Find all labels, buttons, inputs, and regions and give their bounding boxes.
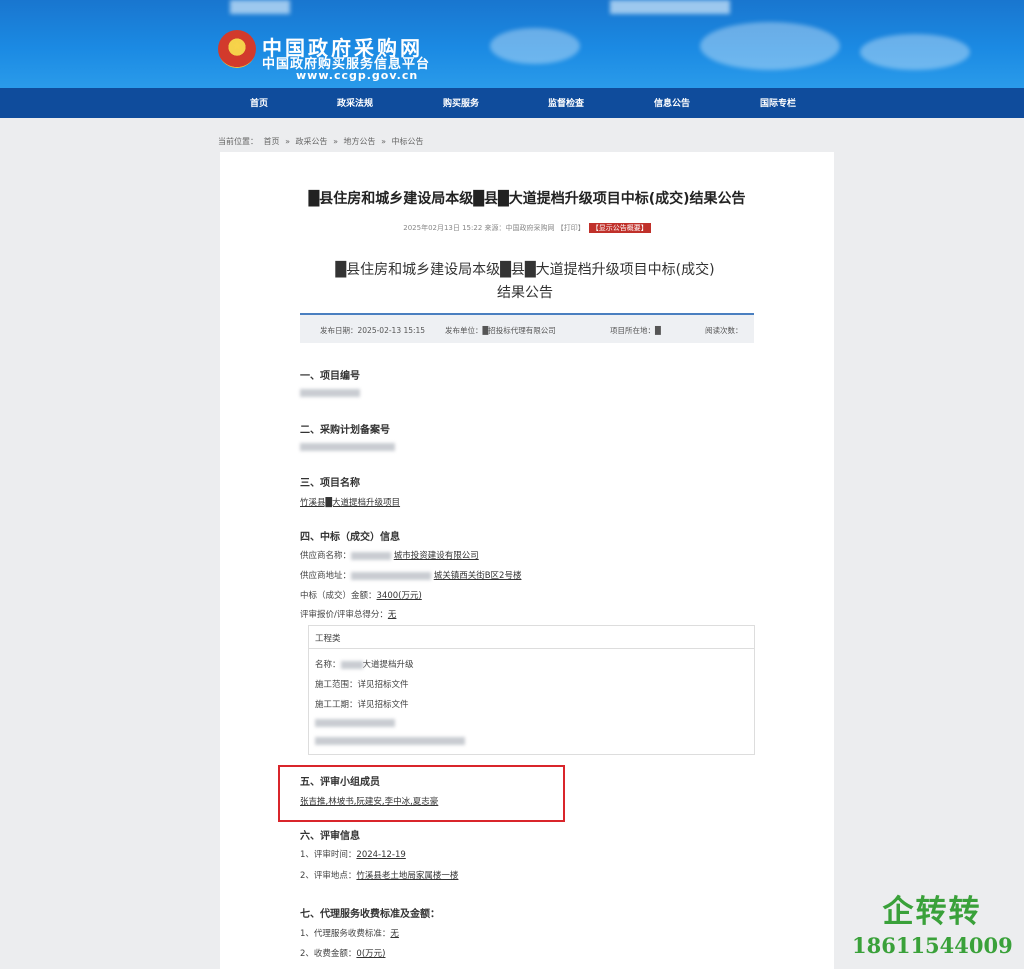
notice-title-line2: 结果公告: [497, 285, 553, 301]
meta-text: 2025年02月13日 15:22 来源：中国政府采购网 【打印】: [403, 224, 585, 232]
fee-amount-row: 2、收费金额：0(万元): [300, 947, 385, 959]
review-place-row: 2、评审地点：竹溪县老土地局家属楼一楼: [300, 869, 458, 881]
supplier-address-value: 城关镇西关街B区2号楼: [433, 571, 522, 581]
nav-item-announcements[interactable]: 信息公告: [654, 96, 690, 109]
redacted-text: [315, 718, 395, 727]
project-name: 竹溪县█大道提档升级项目: [300, 496, 400, 508]
blurred-region: [610, 0, 730, 14]
nav-item-services[interactable]: 购买服务: [443, 96, 479, 109]
box-period: 施工工期：详见招标文件: [315, 700, 409, 710]
watermark-title: 企转转: [882, 894, 982, 930]
nav-item-international[interactable]: 国际专栏: [760, 96, 796, 109]
score-row: 评审报价/评审总得分：无: [300, 608, 396, 620]
project-number: [300, 388, 360, 398]
site-url: www.ccgp.gov.cn: [296, 69, 419, 82]
nav-item-home[interactable]: 首页: [250, 96, 268, 109]
supplier-name-row: 供应商名称： 城市投资建设有限公司: [300, 549, 479, 561]
engineering-detail-box: 工程类 名称： 大道提档升级 施工范围：详见招标文件 施工工期：详见招标文件: [308, 625, 755, 755]
fee-standard-value: 无: [390, 929, 399, 939]
nav-item-supervision[interactable]: 监督检查: [548, 96, 584, 109]
review-place-value: 竹溪县老土地局家属楼一楼: [356, 871, 459, 881]
fee-amount-label: 2、收费金额：: [300, 949, 357, 959]
amount-value: 3400(万元): [376, 591, 422, 601]
score-label: 评审报价/评审总得分：: [300, 610, 388, 620]
breadcrumb-home[interactable]: 首页: [264, 137, 280, 146]
fee-standard-row: 1、代理服务收费标准：无: [300, 927, 399, 939]
section-title: 一、项目编号: [300, 371, 360, 382]
section-title: 四、中标（成交）信息: [300, 532, 400, 543]
page-title: █县住房和城乡建设局本级█县█大道提档升级项目中标(成交)结果公告: [308, 191, 746, 207]
watermark: 企转转 18611544009: [852, 886, 1013, 958]
review-place-label: 2、评审地点：: [300, 871, 357, 881]
amount-label: 中标（成交）金额：: [300, 591, 377, 601]
cloud-decoration: [700, 22, 840, 70]
supplier-name-label: 供应商名称：: [300, 551, 352, 561]
nav-item-regulations[interactable]: 政采法规: [337, 96, 373, 109]
cloud-decoration: [490, 28, 580, 64]
redacted-text: [340, 660, 363, 669]
breadcrumb-label: 当前位置：: [218, 137, 258, 146]
breadcrumb-sep: »: [381, 137, 386, 146]
section-title: 六、评审信息: [300, 831, 360, 842]
show-summary-button[interactable]: 【显示公告概要】: [588, 223, 651, 233]
box-name-row: 名称： 大道提档升级: [315, 658, 414, 670]
section-title: 七、代理服务收费标准及金额：: [300, 909, 440, 920]
watermark-phone: 18611544009: [852, 933, 1013, 958]
notice-info-bar: 发布日期：2025-02-13 15:15 发布单位：█招投标代理有限公司 项目…: [300, 313, 754, 343]
notice-body: █县住房和城乡建设局本级█县█大道提档升级项目中标(成交) 结果公告 发布日期：…: [290, 247, 760, 967]
review-time-label: 1、评审时间：: [300, 850, 357, 860]
breadcrumb-notices[interactable]: 政采公告: [296, 137, 328, 146]
redacted-text: [300, 442, 395, 451]
plan-number: [300, 442, 395, 452]
supplier-address-row: 供应商地址： 城关镇西关街B区2号楼: [300, 569, 521, 581]
project-region: 项目所在地：█: [610, 326, 661, 335]
breadcrumb: 当前位置： 首页 » 政采公告 » 地方公告 » 中标公告: [218, 136, 427, 147]
breadcrumb-sep: »: [285, 137, 290, 146]
box-scope: 施工范围：详见招标文件: [315, 680, 409, 690]
review-time-row: 1、评审时间：2024-12-19: [300, 848, 406, 860]
announcement-card: █县住房和城乡建设局本级█县█大道提档升级项目中标(成交)结果公告 2025年0…: [220, 152, 834, 969]
supplier-name-value: 城市投资建设有限公司: [393, 551, 479, 561]
box-name-value: 大道提档升级: [362, 660, 414, 670]
breadcrumb-award[interactable]: 中标公告: [392, 137, 424, 146]
supplier-address-label: 供应商地址：: [300, 571, 352, 581]
view-count: 阅读次数：: [705, 326, 743, 335]
breadcrumb-local[interactable]: 地方公告: [344, 137, 376, 146]
main-nav: 首页 政采法规 购买服务 监督检查 信息公告 国际专栏: [0, 88, 1024, 118]
amount-row: 中标（成交）金额：3400(万元): [300, 589, 422, 601]
section-title: 三、项目名称: [300, 478, 360, 489]
national-emblem-icon[interactable]: ★: [218, 30, 256, 68]
engineering-box-title: 工程类: [315, 634, 341, 644]
box-redacted-row: [315, 718, 395, 728]
redacted-text: [315, 736, 465, 745]
score-value: 无: [387, 610, 397, 620]
cloud-decoration: [860, 34, 970, 70]
blurred-region: [230, 0, 290, 14]
site-header: ★ 中国政府采购网 中国政府购买服务信息平台 www.ccgp.gov.cn: [0, 0, 1024, 88]
redacted-text: [351, 571, 432, 580]
notice-title: █县住房和城乡建设局本级█县█大道提档升级项目中标(成交) 结果公告: [290, 259, 760, 305]
fee-amount-value: 0(万元): [356, 949, 386, 959]
publisher: 发布单位：█招投标代理有限公司: [445, 326, 556, 335]
engineering-box-header: 工程类: [309, 626, 754, 649]
section-title: 二、采购计划备案号: [300, 425, 390, 436]
highlight-box: [278, 765, 565, 822]
meta-line: 2025年02月13日 15:22 来源：中国政府采购网 【打印】 【显示公告概要…: [220, 223, 834, 233]
redacted-text: [300, 388, 360, 397]
project-name-value: 竹溪县█大道提档升级项目: [300, 498, 401, 508]
breadcrumb-sep: »: [333, 137, 338, 146]
publish-date: 发布日期：2025-02-13 15:15: [320, 326, 426, 335]
box-name-label: 名称：: [315, 660, 341, 670]
review-time-value: 2024-12-19: [356, 850, 406, 860]
fee-standard-label: 1、代理服务收费标准：: [300, 929, 391, 939]
redacted-text: [351, 551, 392, 560]
box-redacted-row: [315, 736, 465, 746]
notice-title-line1: █县住房和城乡建设局本级█县█大道提档升级项目中标(成交): [335, 262, 715, 278]
